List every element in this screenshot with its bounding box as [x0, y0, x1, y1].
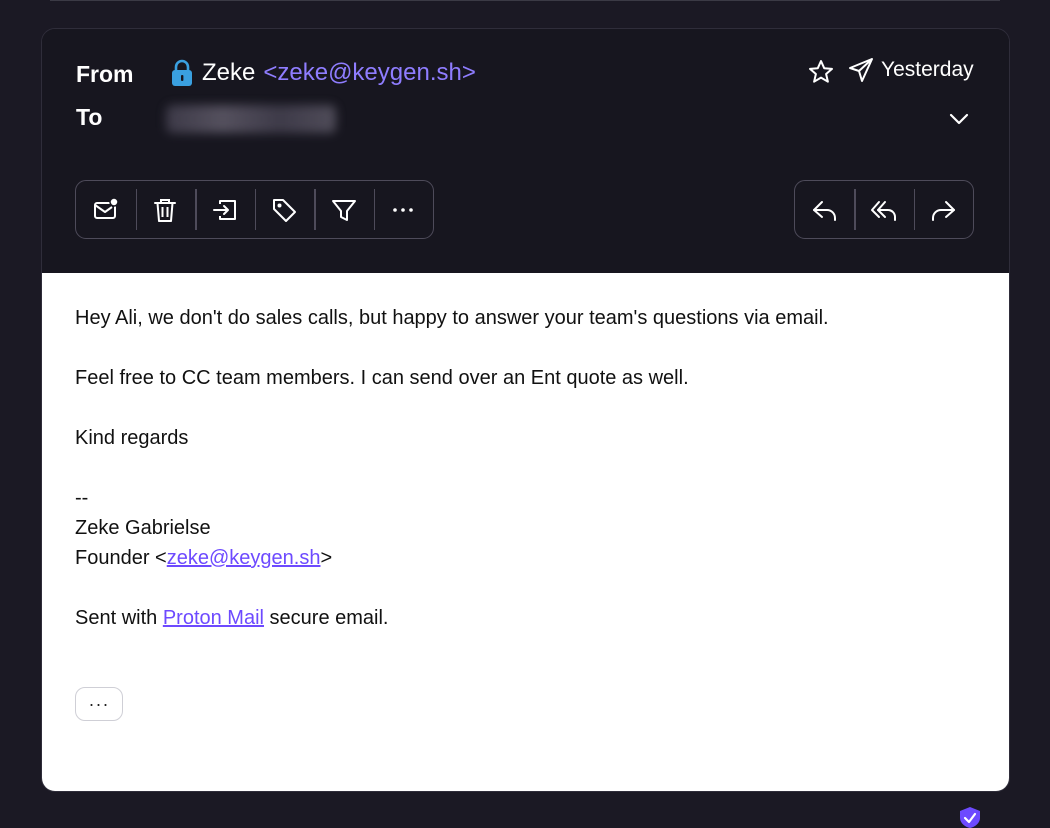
filter-button[interactable] — [314, 181, 374, 238]
move-button[interactable] — [195, 181, 255, 238]
sender[interactable]: Zeke <zeke@keygen.sh> — [170, 58, 476, 88]
body-line-3: Kind regards — [75, 427, 189, 449]
proton-mail-link[interactable]: Proton Mail — [163, 607, 264, 629]
star-icon[interactable] — [807, 58, 835, 86]
message-header: From To Zeke <zeke@keygen.sh> Yesterday — [42, 29, 1009, 273]
move-to-folder-icon — [212, 199, 236, 220]
reply-all-icon — [870, 200, 896, 221]
more-actions-button[interactable] — [373, 181, 434, 238]
to-label: To — [76, 104, 103, 130]
shield-check-icon — [960, 807, 980, 828]
forward-icon — [932, 200, 956, 221]
from-label: From — [76, 61, 134, 87]
recipient-redacted — [166, 105, 336, 133]
message-card: From To Zeke <zeke@keygen.sh> Yesterday — [41, 28, 1010, 792]
tag-icon — [273, 198, 297, 222]
mark-unread-button[interactable] — [76, 181, 136, 238]
reply-all-button[interactable] — [854, 181, 913, 238]
sender-email[interactable]: <zeke@keygen.sh> — [263, 59, 476, 87]
show-quoted-button[interactable]: ··· — [75, 687, 123, 721]
label-button[interactable] — [254, 181, 315, 238]
top-divider — [50, 0, 1000, 1]
reply-icon — [812, 200, 836, 221]
paper-plane-icon — [849, 58, 873, 82]
chevron-down-icon[interactable] — [947, 107, 971, 131]
forward-button[interactable] — [913, 181, 973, 238]
sent-with-line: Sent with Proton Mail secure email. — [75, 603, 388, 633]
lock-icon — [172, 59, 192, 86]
signature-separator: -- — [75, 487, 89, 509]
signature-title: Founder <zeke@keygen.sh> — [75, 543, 332, 573]
signature-name: Zeke Gabrielse — [75, 517, 211, 539]
body-line-2: Feel free to CC team members. I can send… — [75, 367, 689, 389]
signature-prefix: Founder < — [75, 547, 167, 569]
signature-email-link[interactable]: zeke@keygen.sh — [167, 547, 321, 569]
signature-suffix: > — [320, 547, 333, 569]
sent-prefix: Sent with — [75, 607, 163, 629]
trash-icon — [154, 198, 177, 222]
sent-suffix: secure email. — [263, 607, 389, 629]
message-toolbar — [75, 180, 434, 239]
filter-icon — [331, 199, 356, 221]
message-date: Yesterday — [881, 58, 974, 81]
reply-toolbar — [794, 180, 974, 239]
more-horizontal-icon — [393, 207, 414, 212]
trash-button[interactable] — [135, 181, 196, 238]
message-body: Hey Ali, we don't do sales calls, but ha… — [42, 273, 1009, 791]
sender-name: Zeke — [202, 59, 256, 86]
reply-button[interactable] — [795, 181, 854, 238]
body-line-1: Hey Ali, we don't do sales calls, but ha… — [75, 307, 829, 329]
envelope-unread-icon — [93, 196, 119, 219]
